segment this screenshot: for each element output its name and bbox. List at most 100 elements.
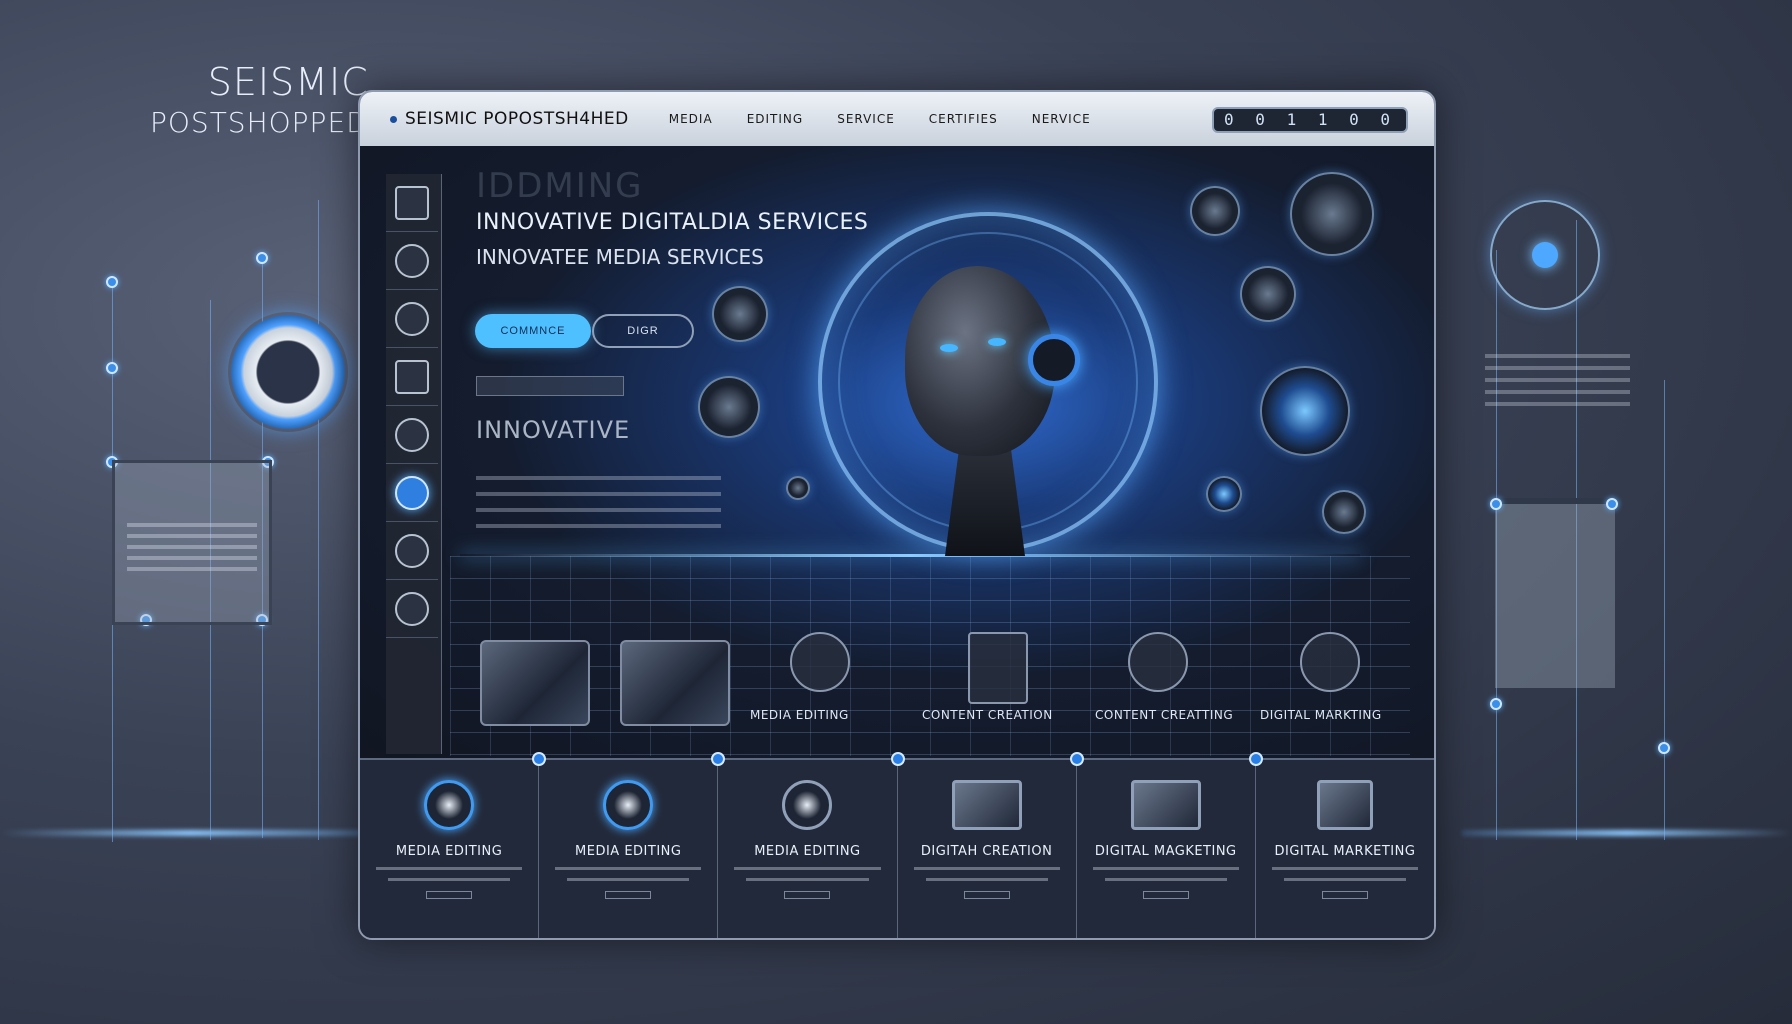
content-creatting-icon[interactable]	[1128, 632, 1188, 692]
glow-line-right	[1462, 830, 1792, 836]
ghost-heading: IDDMING	[476, 166, 644, 206]
media-lens-icon	[424, 780, 475, 830]
floating-orb	[1190, 186, 1240, 236]
card-text-line	[1104, 878, 1227, 881]
card-label: DIGITAL MAGKETING	[1094, 844, 1237, 859]
service-card[interactable]: DIGITAH CREATION	[890, 752, 1077, 938]
circuit-node	[106, 276, 118, 288]
card-more-button[interactable]	[1321, 891, 1368, 899]
camera-icon	[395, 301, 429, 336]
card-label: MEDIA EDITING	[754, 844, 861, 859]
card-text-line	[388, 878, 511, 881]
card-text-line	[1092, 867, 1239, 870]
service-card[interactable]: MEDIA EDITING	[532, 752, 719, 938]
secondary-button[interactable]: DIGR	[592, 314, 694, 348]
sidebar-item-camera[interactable]	[386, 290, 438, 348]
sidebar-item-settings[interactable]	[386, 406, 438, 464]
glow-line-left	[0, 830, 380, 836]
commence-button[interactable]: COMMNCE	[475, 314, 591, 348]
sidebar-item-active[interactable]	[386, 464, 438, 522]
circuit-node	[106, 362, 118, 374]
innovative-label: INNOVATIVE	[476, 416, 631, 444]
android-ear-ring	[1028, 334, 1080, 386]
sidebar-item-film[interactable]	[386, 174, 438, 232]
service-card[interactable]: MEDIA EDITING	[711, 752, 898, 938]
sidebar-item-globe[interactable]	[386, 522, 438, 580]
brand-dot-icon	[390, 115, 397, 123]
floating-orb	[698, 376, 760, 438]
card-more-button[interactable]	[605, 891, 652, 899]
ring-dial-icon[interactable]	[228, 312, 348, 432]
card-text-line	[1271, 867, 1419, 870]
nav-item-nervice[interactable]: NERVICE	[1032, 112, 1091, 126]
card-text-line	[925, 878, 1048, 881]
nav-item-media[interactable]: MEDIA	[669, 112, 713, 126]
digital-marketing-icon[interactable]	[1300, 632, 1360, 692]
card-text-line	[913, 867, 1060, 870]
top-navbar: SEISMIC POPOSTSH4HED MEDIA EDITING SERVI…	[360, 92, 1434, 146]
mid-label-digital-marketing[interactable]: DIGITAL MARKTING	[1260, 708, 1382, 722]
content-creation-icon[interactable]	[968, 632, 1028, 704]
mid-label-media-editing[interactable]: MEDIA EDITING	[750, 708, 849, 722]
pin-icon	[1069, 752, 1084, 766]
card-more-button[interactable]	[1142, 891, 1189, 899]
floating-orb	[786, 476, 810, 500]
target-ring-icon[interactable]	[1490, 200, 1600, 310]
circuit-node	[1490, 498, 1502, 510]
media-editing-icon[interactable]	[790, 632, 850, 692]
card-text-line	[567, 878, 690, 881]
circuit-node	[1658, 742, 1670, 754]
play-icon	[395, 359, 429, 394]
media-thumbnail[interactable]	[480, 640, 590, 726]
circuit-node	[256, 252, 268, 264]
side-brand-line2: POSTSHOPPED	[150, 106, 369, 139]
side-brand-line1: SEISMIC	[207, 60, 369, 104]
service-card[interactable]: DIGITAL MAGKETING	[1069, 752, 1256, 938]
card-label: DIGITAL MARKETING	[1274, 844, 1416, 859]
nav-item-certifies[interactable]: CERTIFIES	[929, 112, 998, 126]
media-thumbnail[interactable]	[620, 640, 730, 726]
nav-item-editing[interactable]: EDITING	[747, 112, 804, 126]
card-more-button[interactable]	[426, 891, 473, 899]
sidebar-item-info[interactable]	[386, 580, 438, 638]
nav-item-service[interactable]: SERVICE	[837, 112, 895, 126]
sidebar-item-play[interactable]	[386, 348, 438, 406]
sidebar	[386, 174, 442, 754]
floating-orb	[1322, 490, 1366, 534]
hero-subtitle: INNOVATEE MEDIA SERVICES	[476, 245, 764, 269]
card-label: MEDIA EDITING	[395, 844, 503, 859]
input-bar[interactable]	[476, 376, 624, 396]
floating-orb	[1260, 366, 1350, 456]
mid-label-content-creatting[interactable]: CONTENT CREATTING	[1095, 708, 1233, 722]
floating-orb	[1206, 476, 1242, 512]
card-more-button[interactable]	[784, 891, 831, 899]
service-card[interactable]: DIGITAL MARKETING	[1248, 752, 1434, 938]
android-eye	[940, 344, 958, 352]
card-text-line	[376, 867, 523, 870]
brand-title[interactable]: SEISMIC POPOSTSH4HED	[405, 109, 629, 129]
settings-icon	[395, 417, 429, 452]
service-card[interactable]: MEDIA EDITING	[360, 760, 540, 938]
card-label: MEDIA EDITING	[575, 844, 682, 859]
right-text-block	[1485, 354, 1630, 414]
film-icon	[395, 185, 429, 220]
floating-orb	[1240, 266, 1296, 322]
circuit-line	[318, 200, 319, 840]
monitor-icon	[1130, 780, 1201, 830]
left-info-card	[112, 460, 272, 625]
card-text-line	[734, 867, 881, 870]
pin-icon	[890, 752, 905, 766]
pin-icon	[532, 752, 547, 766]
app-window: SEISMIC POPOSTSH4HED MEDIA EDITING SERVI…	[358, 90, 1436, 940]
service-cards: MEDIA EDITING MEDIA EDITING MEDIA EDITIN…	[360, 752, 1434, 938]
mid-label-content-creation[interactable]: CONTENT CREATION	[922, 708, 1053, 722]
grid-floor	[450, 556, 1410, 756]
card-more-button[interactable]	[963, 891, 1010, 899]
info-icon	[395, 591, 429, 626]
right-info-card	[1495, 498, 1615, 688]
hero-section: IDDMING INNOVATIVE DIGITALDIA SERVICES I…	[360, 146, 1434, 758]
hero-title: INNOVATIVE DIGITALDIA SERVICES	[476, 210, 869, 235]
sidebar-item-circle[interactable]	[386, 232, 438, 290]
media-lens-icon	[603, 780, 654, 830]
media-lens-icon	[782, 780, 833, 830]
